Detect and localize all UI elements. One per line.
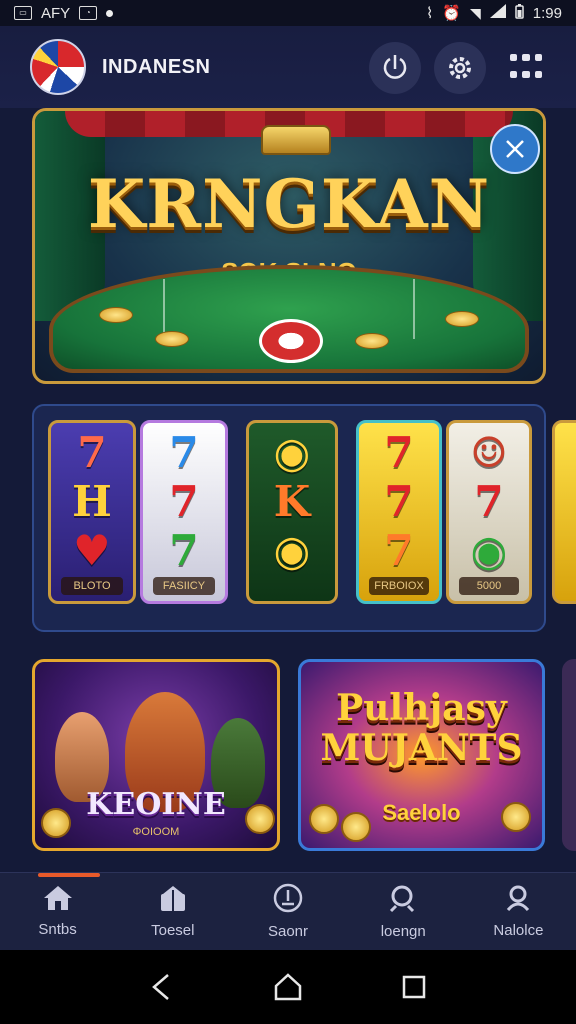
slot-symbol: 7 <box>384 525 414 575</box>
tab-gift[interactable]: Toesel <box>115 873 230 950</box>
chip-icon <box>445 311 479 327</box>
slot-symbol: ♥ <box>73 525 111 575</box>
hero-title: KRNGKAN <box>87 165 491 243</box>
slot-symbol: H <box>72 476 112 526</box>
card-title: KEOINE <box>86 787 226 822</box>
slot-reel-partial[interactable] <box>552 420 576 604</box>
game-card-partial[interactable] <box>562 659 576 851</box>
slot-symbol: K <box>273 476 311 526</box>
system-nav-bar <box>0 950 576 1024</box>
slot-reel[interactable]: 7 H ♥ BLOTO <box>48 420 136 604</box>
profile-icon <box>507 885 530 912</box>
reel-label: BLOTO <box>61 577 123 595</box>
slot-reel[interactable]: 7 7 7 FRBOIOX <box>356 420 442 604</box>
active-tab-indicator <box>38 873 100 877</box>
slot-symbol: 7 <box>384 428 414 478</box>
poker-chip-icon <box>259 319 323 363</box>
slot-symbol: 7 <box>77 428 107 478</box>
wifi-icon: ◥ <box>470 4 481 21</box>
tab-label: Saonr <box>267 923 309 940</box>
back-icon[interactable] <box>150 973 174 1001</box>
slot-symbol: 7 <box>474 476 504 526</box>
home-nav-icon[interactable] <box>274 973 302 1001</box>
carrier-label: AFY <box>41 4 71 22</box>
dot-icon <box>106 9 114 17</box>
tab-label: Nalolce <box>493 922 544 939</box>
chip-icon <box>99 307 133 323</box>
tab-download[interactable]: Saonr <box>230 873 345 950</box>
card-title: Pulhjasy MUJANTS <box>301 688 542 768</box>
tab-label: loengn <box>380 923 426 940</box>
settings-button[interactable] <box>434 42 486 94</box>
recents-icon[interactable] <box>402 975 426 999</box>
slot-symbol: ◉ <box>470 525 508 575</box>
notification-icon: ◔ <box>79 6 98 20</box>
slot-reel[interactable]: ☺ 7 ◉ 5000 <box>446 420 532 604</box>
tab-home[interactable]: Sntbs <box>0 873 115 950</box>
bottom-tab-bar: Sntbs Toesel Saonr loengn Nalolce <box>0 872 576 950</box>
download-icon <box>273 883 303 913</box>
battery-icon <box>515 3 524 23</box>
gear-icon <box>449 57 471 79</box>
power-icon <box>383 55 407 79</box>
nfc-icon: ⌇ <box>426 5 434 22</box>
slot-symbol: ☺ <box>470 428 508 478</box>
brand-name: INDANESN <box>102 55 211 78</box>
reel-label: FRBOIOX <box>369 577 429 595</box>
search-icon <box>390 885 415 913</box>
reel-label: 5000 <box>459 577 519 595</box>
signal-icon <box>489 4 506 22</box>
crown-icon <box>261 125 331 155</box>
card-title-line: Pulhjasy <box>336 687 507 729</box>
slot-reel[interactable]: ◉ K ◉ <box>246 420 338 604</box>
card-title-line: MUJANTS <box>320 727 523 769</box>
game-card[interactable]: KEOINE ΦOIOOM <box>32 659 280 851</box>
close-icon <box>506 140 524 158</box>
alarm-icon: ⏰ <box>442 5 462 22</box>
tab-label: Toesel <box>151 922 195 939</box>
slot-symbol: 7 <box>169 476 199 526</box>
status-bar: ▭ AFY ◔ ⌇ ⏰ ◥ 1:99 <box>0 0 576 26</box>
hero-banner[interactable]: KRNGKAN SOK SLNO <box>32 108 546 384</box>
power-button[interactable] <box>369 42 421 94</box>
slot-symbol: 7 <box>384 476 414 526</box>
slot-machine-strip[interactable]: 7 H ♥ BLOTO 7 7 7 FASIICY ◉ K ◉ 7 7 7 FR… <box>32 404 576 632</box>
chip-icon <box>155 331 189 347</box>
slot-reel[interactable]: 7 7 7 FASIICY <box>140 420 228 604</box>
gift-icon <box>160 886 185 911</box>
tab-search[interactable]: loengn <box>346 873 461 950</box>
home-icon <box>43 886 72 910</box>
game-card[interactable]: Pulhjasy MUJANTS Saelolo <box>298 659 545 851</box>
chip-icon <box>355 333 389 349</box>
card-subtitle: ΦOIOOM <box>132 826 180 838</box>
screen-record-icon: ▭ <box>14 6 32 20</box>
slot-symbol: ◉ <box>273 525 311 575</box>
country-flag-avatar[interactable] <box>30 39 86 95</box>
slot-symbol: ◉ <box>273 428 311 478</box>
card-subtitle: Saelolo <box>382 800 461 825</box>
menu-grid-icon[interactable] <box>510 54 542 82</box>
slot-symbol: 7 <box>169 428 199 478</box>
close-banner-button[interactable] <box>490 124 540 174</box>
tab-profile[interactable]: Nalolce <box>461 873 576 950</box>
clock: 1:99 <box>532 4 562 22</box>
reel-label: FASIICY <box>153 577 215 595</box>
app-header: INDANESN <box>0 26 576 108</box>
tab-label: Sntbs <box>38 921 77 938</box>
slot-symbol: 7 <box>169 525 199 575</box>
